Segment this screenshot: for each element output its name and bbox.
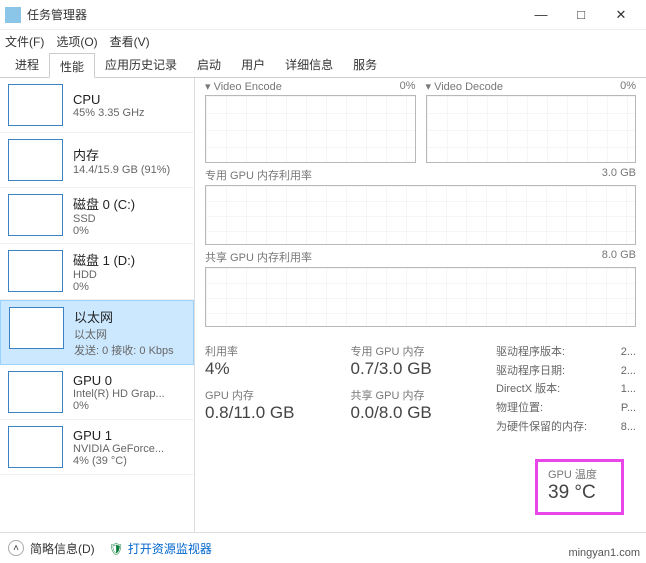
cpu-sub: 45% 3.35 GHz (73, 107, 145, 119)
eth-name: 以太网 (74, 307, 174, 326)
tab-performance[interactable]: 性能 (49, 53, 95, 78)
eth-sub: 以太网 (74, 326, 174, 342)
dedicated-gpu-mem-max: 3.0 GB (602, 167, 636, 183)
video-encode-val: 0% (400, 80, 416, 93)
resource-monitor-link[interactable]: 🛡打开资源监视器 (109, 540, 212, 557)
menu-view[interactable]: 查看(V) (110, 33, 150, 50)
menu-file[interactable]: 文件(F) (5, 33, 44, 50)
sidebar-item-ethernet[interactable]: 以太网 以太网 发送: 0 接收: 0 Kbps (0, 300, 194, 365)
shared-gpu-mem-label: 共享 GPU 内存利用率 (205, 249, 312, 265)
shared-gpu-mem-chart (205, 267, 636, 327)
window-title: 任务管理器 (27, 6, 521, 23)
util-value: 4% (205, 359, 351, 379)
video-decode-chart (426, 95, 637, 163)
menu-options[interactable]: 选项(O) (56, 33, 97, 50)
gpu1-thumb (8, 426, 63, 468)
gpumem-label: GPU 内存 (205, 387, 351, 403)
disk1-sub2: 0% (73, 281, 135, 293)
sidebar-item-gpu0[interactable]: GPU 0 Intel(R) HD Grap... 0% (0, 365, 194, 420)
gpu0-thumb (8, 371, 63, 413)
gpu-properties: 驱动程序版本:2... 驱动程序日期:2... DirectX 版本:1... … (496, 343, 636, 436)
brief-info-link[interactable]: 简略信息(D) (30, 540, 95, 557)
sidebar: CPU 45% 3.35 GHz 内存 14.4/15.9 GB (91%) 磁… (0, 78, 195, 532)
eth-thumb (9, 307, 64, 349)
detail-pane: ▾ Video Encode 0% ▾ Video Decode 0% 专用 G… (195, 78, 646, 532)
memory-thumb (8, 139, 63, 181)
gpu-temp-label: GPU 温度 (548, 466, 597, 482)
shared-gpu-mem-max: 8.0 GB (602, 249, 636, 265)
tab-history[interactable]: 应用历史记录 (95, 52, 187, 77)
disk0-name: 磁盘 0 (C:) (73, 194, 135, 213)
sidebar-item-disk0[interactable]: 磁盘 0 (C:) SSD 0% (0, 188, 194, 244)
gpu1-sub2: 4% (39 °C) (73, 455, 164, 467)
video-encode-chart (205, 95, 416, 163)
video-decode-val: 0% (620, 80, 636, 93)
shmem-value: 0.0/8.0 GB (351, 403, 497, 423)
gpu0-sub: Intel(R) HD Grap... (73, 388, 165, 400)
cpu-name: CPU (73, 92, 145, 107)
disk0-thumb (8, 194, 63, 236)
sidebar-item-cpu[interactable]: CPU 45% 3.35 GHz (0, 78, 194, 133)
tab-processes[interactable]: 进程 (5, 52, 49, 77)
memory-name: 内存 (73, 145, 170, 164)
titlebar: 任务管理器 — □ ✕ (0, 0, 646, 30)
dedicated-gpu-mem-chart (205, 185, 636, 245)
maximize-button[interactable]: □ (561, 7, 601, 22)
shield-icon: 🛡 (109, 542, 124, 556)
cpu-thumb (8, 84, 63, 126)
gpu0-sub2: 0% (73, 400, 165, 412)
gpu-temp-highlight: GPU 温度 39 °C (535, 459, 624, 515)
disk1-sub: HDD (73, 269, 135, 281)
minimize-button[interactable]: — (521, 7, 561, 22)
dedicated-gpu-mem-label: 专用 GPU 内存利用率 (205, 167, 312, 183)
dedmem-value: 0.7/3.0 GB (351, 359, 497, 379)
gpu-temp-value: 39 °C (548, 482, 597, 504)
disk0-sub2: 0% (73, 225, 135, 237)
app-icon (5, 7, 21, 23)
sidebar-item-memory[interactable]: 内存 14.4/15.9 GB (91%) (0, 133, 194, 188)
shmem-label: 共享 GPU 内存 (351, 387, 497, 403)
dedmem-label: 专用 GPU 内存 (351, 343, 497, 359)
util-label: 利用率 (205, 343, 351, 359)
video-decode-label[interactable]: ▾ Video Decode (426, 80, 503, 93)
watermark: mingyan1.com (568, 547, 640, 559)
sidebar-item-gpu1[interactable]: GPU 1 NVIDIA GeForce... 4% (39 °C) (0, 420, 194, 475)
gpu1-sub: NVIDIA GeForce... (73, 443, 164, 455)
video-encode-label[interactable]: ▾ Video Encode (205, 80, 282, 93)
tabs: 进程 性能 应用历史记录 启动 用户 详细信息 服务 (0, 52, 646, 78)
tab-startup[interactable]: 启动 (187, 52, 231, 77)
footer: ˄ 简略信息(D) 🛡打开资源监视器 (0, 533, 646, 563)
menubar: 文件(F) 选项(O) 查看(V) (0, 30, 646, 52)
gpu0-name: GPU 0 (73, 373, 165, 388)
disk1-thumb (8, 250, 63, 292)
disk1-name: 磁盘 1 (D:) (73, 250, 135, 269)
sidebar-item-disk1[interactable]: 磁盘 1 (D:) HDD 0% (0, 244, 194, 300)
tab-users[interactable]: 用户 (231, 52, 275, 77)
gpumem-value: 0.8/11.0 GB (205, 403, 351, 423)
memory-sub: 14.4/15.9 GB (91%) (73, 164, 170, 176)
tab-details[interactable]: 详细信息 (275, 52, 343, 77)
tab-services[interactable]: 服务 (343, 52, 387, 77)
disk0-sub: SSD (73, 213, 135, 225)
gpu1-name: GPU 1 (73, 428, 164, 443)
close-button[interactable]: ✕ (601, 7, 641, 23)
eth-sub2: 发送: 0 接收: 0 Kbps (74, 342, 174, 358)
chevron-up-icon[interactable]: ˄ (8, 540, 24, 556)
